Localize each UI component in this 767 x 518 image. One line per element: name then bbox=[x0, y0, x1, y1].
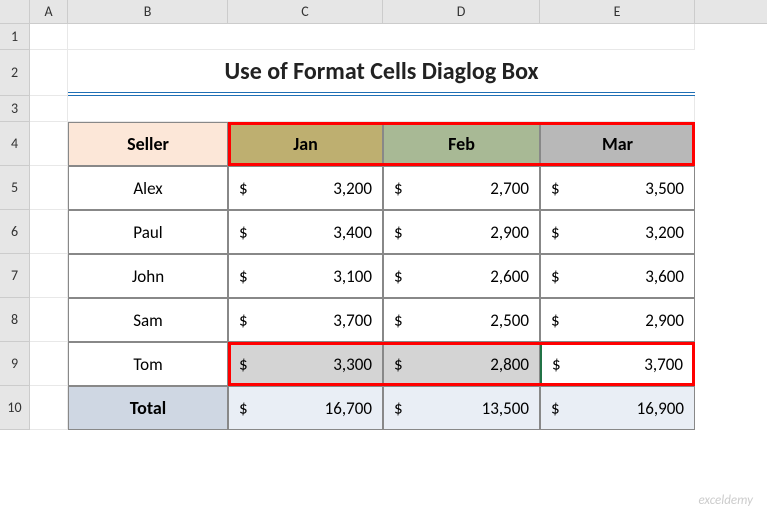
cell-value: 3,500 bbox=[645, 178, 684, 199]
cell-value: 16,700 bbox=[325, 398, 372, 419]
currency-symbol: $ bbox=[551, 222, 560, 243]
currency-symbol: $ bbox=[239, 310, 248, 331]
cell-C9[interactable]: $3,300 bbox=[228, 342, 383, 386]
cell-D10[interactable]: $13,500 bbox=[383, 386, 540, 430]
seller-name-1[interactable]: Paul bbox=[68, 210, 228, 254]
cell-A4[interactable] bbox=[30, 122, 68, 166]
spreadsheet: A B C D E 1 2 Use of Format Cells Diaglo… bbox=[0, 0, 767, 518]
watermark: exceldemy bbox=[698, 493, 753, 508]
cell-E6[interactable]: $3,200 bbox=[540, 210, 695, 254]
seller-name-3[interactable]: Sam bbox=[68, 298, 228, 342]
currency-symbol: $ bbox=[394, 354, 403, 375]
row-header-3[interactable]: 3 bbox=[0, 96, 30, 122]
cell-value: 3,700 bbox=[333, 310, 372, 331]
cell-B3[interactable] bbox=[68, 96, 695, 122]
col-header-E[interactable]: E bbox=[540, 0, 695, 23]
cell-value: 3,700 bbox=[644, 354, 683, 375]
cell-D6[interactable]: $2,900 bbox=[383, 210, 540, 254]
cell-A8[interactable] bbox=[30, 298, 68, 342]
currency-symbol: $ bbox=[394, 222, 403, 243]
cell-value: 3,200 bbox=[333, 178, 372, 199]
cell-value: 16,900 bbox=[637, 398, 684, 419]
cell-value: 2,700 bbox=[490, 178, 529, 199]
col-header-C[interactable]: C bbox=[228, 0, 383, 23]
seller-name-2[interactable]: John bbox=[68, 254, 228, 298]
cell-A1[interactable] bbox=[30, 24, 68, 50]
row-header-4[interactable]: 4 bbox=[0, 122, 30, 166]
cell-value: 3,300 bbox=[333, 354, 372, 375]
cell-E9-active[interactable]: $3,700 bbox=[540, 342, 695, 386]
cell-value: 3,100 bbox=[333, 266, 372, 287]
header-seller[interactable]: Seller bbox=[68, 122, 228, 166]
column-headers-row: A B C D E bbox=[0, 0, 767, 24]
header-feb[interactable]: Feb bbox=[383, 122, 540, 166]
currency-symbol: $ bbox=[239, 222, 248, 243]
total-label[interactable]: Total bbox=[68, 386, 228, 430]
cell-value: 2,600 bbox=[490, 266, 529, 287]
cell-A6[interactable] bbox=[30, 210, 68, 254]
cell-C8[interactable]: $3,700 bbox=[228, 298, 383, 342]
cell-C6[interactable]: $3,400 bbox=[228, 210, 383, 254]
currency-symbol: $ bbox=[239, 354, 248, 375]
currency-symbol: $ bbox=[239, 398, 248, 419]
row-header-1[interactable]: 1 bbox=[0, 24, 30, 50]
row-header-9[interactable]: 9 bbox=[0, 342, 30, 386]
cell-value: 2,900 bbox=[645, 310, 684, 331]
currency-symbol: $ bbox=[394, 266, 403, 287]
row-header-2[interactable]: 2 bbox=[0, 50, 30, 96]
col-header-A[interactable]: A bbox=[30, 0, 68, 23]
cell-A3[interactable] bbox=[30, 96, 68, 122]
seller-name-0[interactable]: Alex bbox=[68, 166, 228, 210]
currency-symbol: $ bbox=[239, 178, 248, 199]
cell-value: 2,900 bbox=[490, 222, 529, 243]
cell-D8[interactable]: $2,500 bbox=[383, 298, 540, 342]
cell-E5[interactable]: $3,500 bbox=[540, 166, 695, 210]
cell-D5[interactable]: $2,700 bbox=[383, 166, 540, 210]
cell-C10[interactable]: $16,700 bbox=[228, 386, 383, 430]
cell-C5[interactable]: $3,200 bbox=[228, 166, 383, 210]
row-header-5[interactable]: 5 bbox=[0, 166, 30, 210]
col-header-D[interactable]: D bbox=[383, 0, 540, 23]
header-jan[interactable]: Jan bbox=[228, 122, 383, 166]
cell-A9[interactable] bbox=[30, 342, 68, 386]
cell-value: 3,400 bbox=[333, 222, 372, 243]
row-header-6[interactable]: 6 bbox=[0, 210, 30, 254]
page-title[interactable]: Use of Format Cells Diaglog Box bbox=[68, 50, 695, 96]
row-header-7[interactable]: 7 bbox=[0, 254, 30, 298]
cell-B1[interactable] bbox=[68, 24, 695, 50]
col-header-B[interactable]: B bbox=[68, 0, 228, 23]
cell-A10[interactable] bbox=[30, 386, 68, 430]
cell-C7[interactable]: $3,100 bbox=[228, 254, 383, 298]
cell-D7[interactable]: $2,600 bbox=[383, 254, 540, 298]
currency-symbol: $ bbox=[552, 354, 561, 375]
header-mar[interactable]: Mar bbox=[540, 122, 695, 166]
cell-D9[interactable]: $2,800 bbox=[383, 342, 540, 386]
cell-value: 2,500 bbox=[490, 310, 529, 331]
currency-symbol: $ bbox=[394, 398, 403, 419]
currency-symbol: $ bbox=[551, 178, 560, 199]
currency-symbol: $ bbox=[394, 310, 403, 331]
cell-value: 3,200 bbox=[645, 222, 684, 243]
cell-A5[interactable] bbox=[30, 166, 68, 210]
row-header-8[interactable]: 8 bbox=[0, 298, 30, 342]
currency-symbol: $ bbox=[239, 266, 248, 287]
currency-symbol: $ bbox=[551, 266, 560, 287]
currency-symbol: $ bbox=[394, 178, 403, 199]
cell-A7[interactable] bbox=[30, 254, 68, 298]
cell-A2[interactable] bbox=[30, 50, 68, 96]
cell-value: 3,600 bbox=[645, 266, 684, 287]
cell-E10[interactable]: $16,900 bbox=[540, 386, 695, 430]
cell-E8[interactable]: $2,900 bbox=[540, 298, 695, 342]
cell-value: 2,800 bbox=[490, 354, 529, 375]
select-all-corner[interactable] bbox=[0, 0, 30, 23]
cell-E7[interactable]: $3,600 bbox=[540, 254, 695, 298]
row-header-10[interactable]: 10 bbox=[0, 386, 30, 430]
seller-name-4[interactable]: Tom bbox=[68, 342, 228, 386]
currency-symbol: $ bbox=[551, 310, 560, 331]
cell-value: 13,500 bbox=[482, 398, 529, 419]
currency-symbol: $ bbox=[551, 398, 560, 419]
